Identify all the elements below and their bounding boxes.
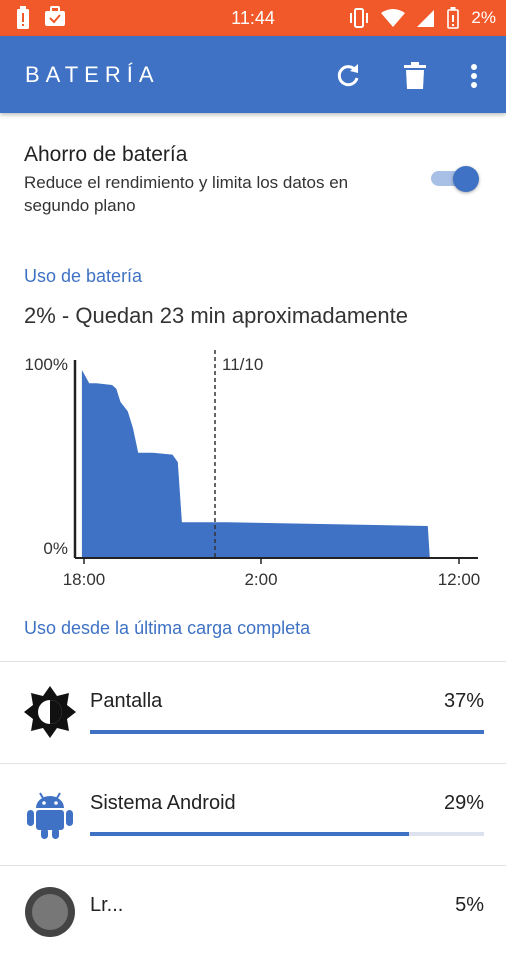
usage-item-partial[interactable]: Lr... 5%	[0, 866, 506, 966]
cell-signal-icon	[417, 10, 435, 27]
battery-usage-header: Uso de batería	[24, 266, 143, 286]
battery-level-area	[81, 370, 430, 558]
usage-item-name: Lr...	[90, 894, 124, 916]
y-max-label: 100%	[25, 355, 68, 374]
battery-summary: 2% - Quedan 23 min aproximadamente	[24, 303, 408, 328]
battery-low-icon	[447, 7, 460, 29]
x-tick-label-2: 2:00	[244, 570, 277, 589]
trash-icon	[404, 62, 426, 89]
usage-progress-bar	[90, 730, 484, 734]
usage-progress-fill	[90, 730, 484, 734]
battery-saver-toggle[interactable]	[431, 166, 479, 192]
usage-item-name: Pantalla	[90, 690, 163, 712]
app-bar: BATERÍA	[0, 36, 506, 113]
more-options-button[interactable]	[456, 58, 492, 94]
refresh-button[interactable]	[330, 58, 366, 94]
usage-item-pantalla[interactable]: Pantalla 37%	[0, 662, 506, 762]
usage-progress-fill	[90, 832, 410, 836]
x-tick-label-12: 12:00	[438, 570, 481, 589]
usage-item-percent: 29%	[443, 792, 484, 814]
battery-saver-title: Ahorro de batería	[24, 143, 188, 166]
battery-percent: 2%	[471, 8, 496, 27]
toggle-thumb	[453, 166, 479, 192]
usage-progress-bar	[90, 832, 484, 836]
brightness-icon	[24, 686, 76, 738]
usage-item-percent: 5%	[455, 894, 484, 916]
usage-item-name: Sistema Android	[90, 792, 236, 814]
refresh-icon	[337, 64, 359, 87]
vibrate-icon	[350, 8, 369, 28]
wifi-icon	[381, 9, 406, 27]
android-icon	[27, 792, 73, 839]
since-full-charge-header: Uso desde la última carga completa	[24, 618, 311, 638]
y-min-label: 0%	[43, 539, 68, 558]
more-vert-icon	[471, 64, 477, 88]
status-right-icons: 2%	[349, 7, 496, 29]
day-marker-label: 11/10	[222, 355, 263, 374]
status-bar: 11:44 2%	[0, 0, 506, 36]
app-avatar-icon	[25, 887, 75, 937]
page-title: BATERÍA	[25, 62, 160, 87]
delete-button[interactable]	[397, 58, 433, 94]
battery-saver-subtitle: Reduce el rendimiento y limita los datos…	[24, 173, 349, 215]
usage-item-percent: 37%	[443, 690, 484, 712]
battery-history-chart[interactable]: 11/10 100% 0% 18:00 2:00 12:00	[0, 340, 506, 600]
usage-item-sistema-android[interactable]: Sistema Android 29%	[0, 764, 506, 864]
x-tick-label-18: 18:00	[63, 570, 106, 589]
